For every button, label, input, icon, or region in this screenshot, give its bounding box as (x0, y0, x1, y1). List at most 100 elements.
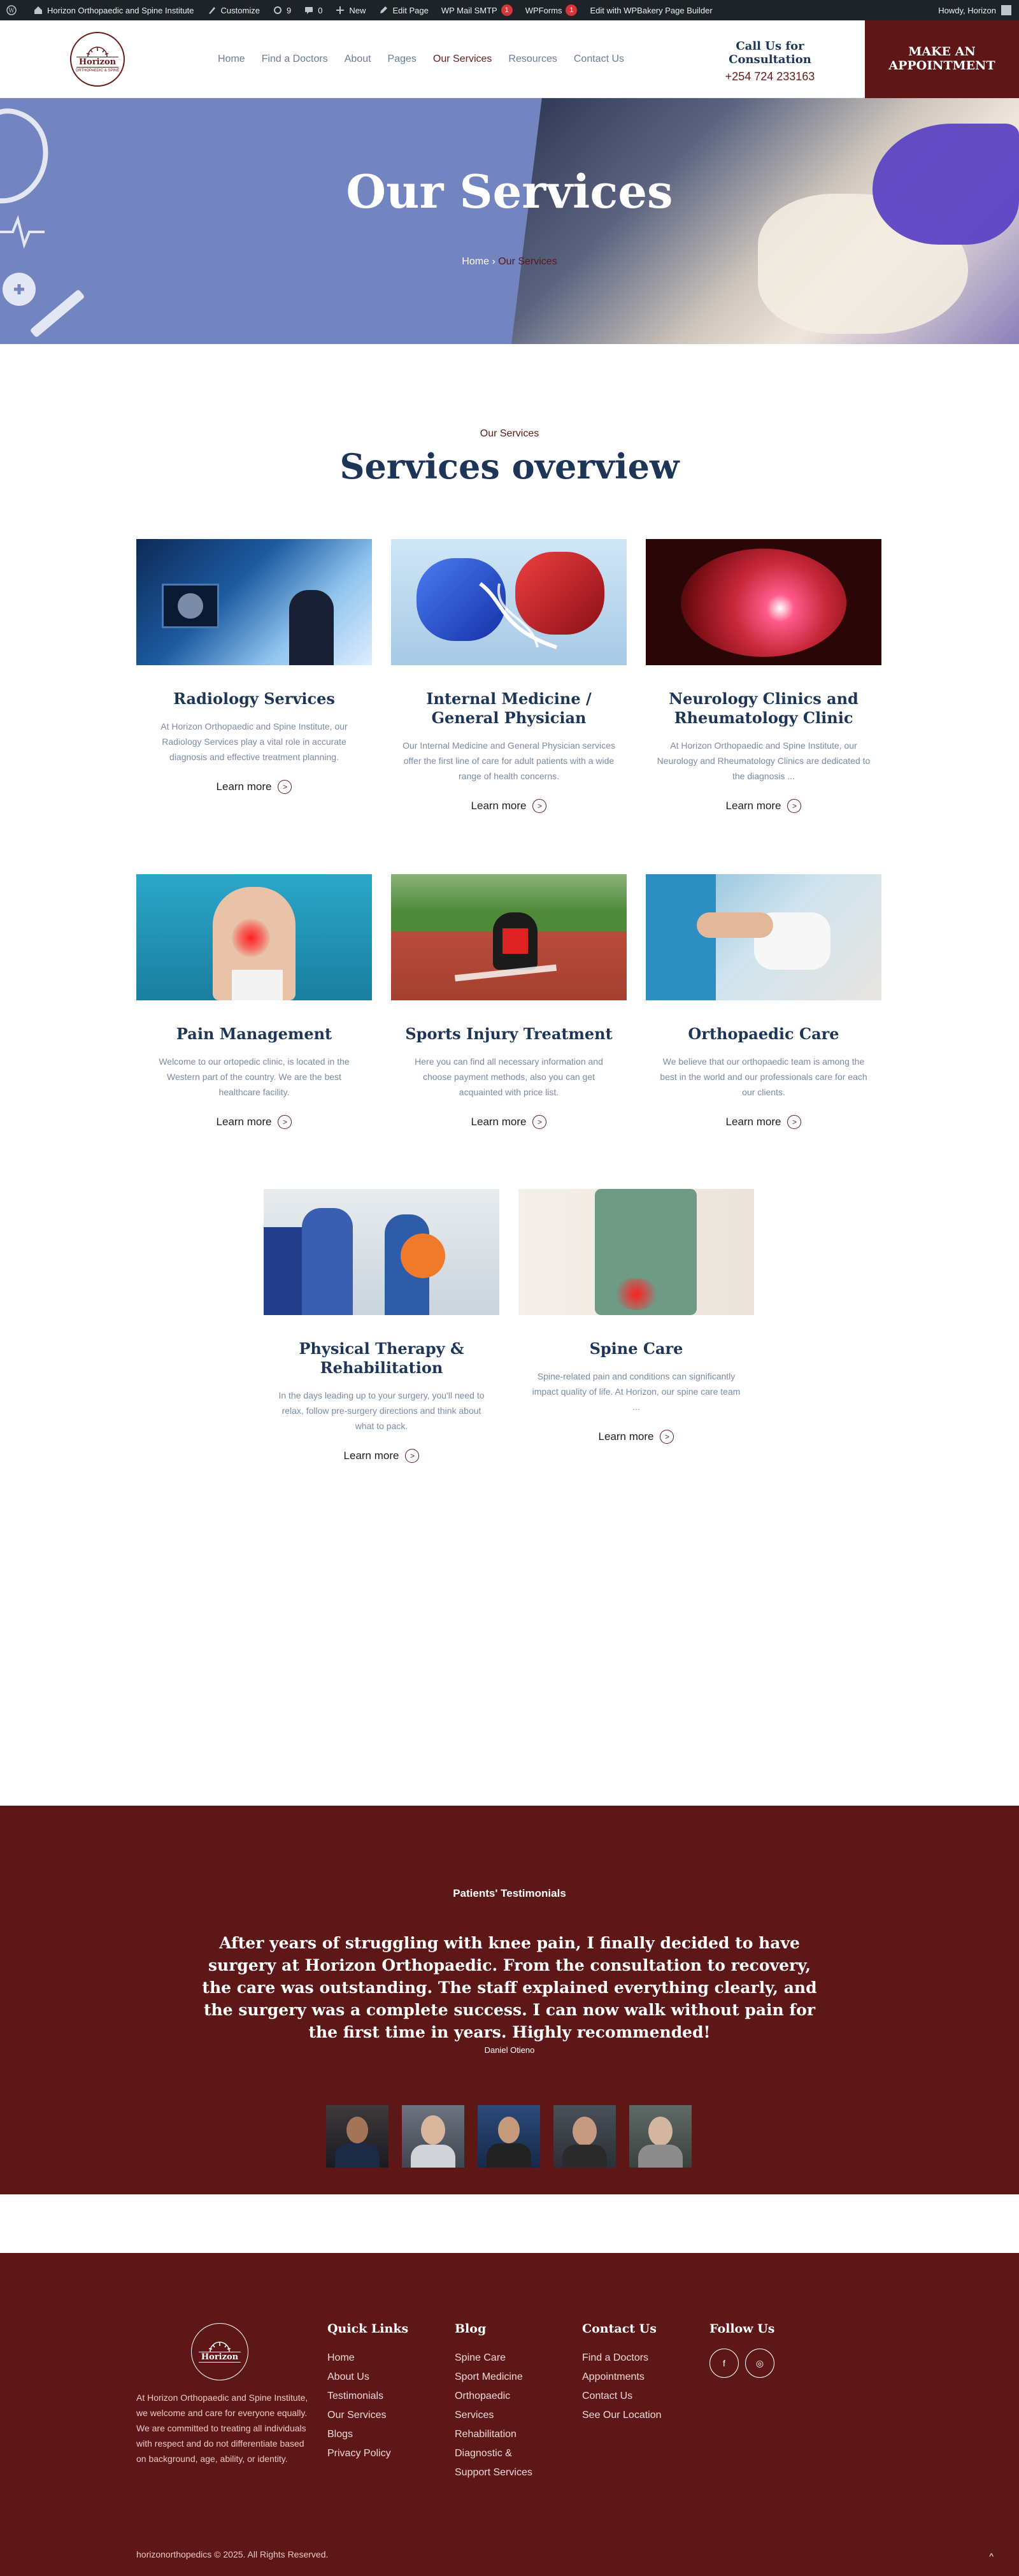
copyright-text: horizonorthopedics © 2025. All Rights Re… (136, 2549, 329, 2559)
nav-resources[interactable]: Resources (508, 54, 557, 65)
facebook-icon[interactable]: f (709, 2349, 739, 2378)
footer-link-about-us[interactable]: About Us (327, 2368, 408, 2387)
learn-more-link[interactable]: Learn more > (471, 799, 547, 813)
testimonial-avatar[interactable] (553, 2105, 616, 2168)
admin-edit-page-label: Edit Page (392, 5, 429, 15)
footer-link-orthopaedic[interactable]: Orthopaedic (455, 2387, 532, 2406)
nav-home[interactable]: Home (218, 54, 245, 65)
service-image[interactable] (646, 874, 881, 1000)
learn-more-link[interactable]: Learn more > (599, 1430, 674, 1444)
arrow-right-icon: > (787, 1115, 802, 1129)
service-title[interactable]: Pain Management (136, 1025, 372, 1044)
site-logo[interactable]: Horizon ORTHOPAEDIC & SPINE (70, 32, 125, 87)
footer-link-testimonials[interactable]: Testimonials (327, 2387, 408, 2406)
phone-number[interactable]: +254 724 233163 (699, 70, 841, 83)
sunrise-logo-icon (208, 2341, 231, 2352)
comment-icon (305, 7, 313, 14)
instagram-icon[interactable]: ◎ (745, 2349, 774, 2378)
learn-more-link[interactable]: Learn more > (344, 1449, 420, 1463)
footer-link-appointments[interactable]: Appointments (582, 2368, 662, 2387)
learn-more-link[interactable]: Learn more > (217, 780, 292, 794)
testimonial-avatar[interactable] (326, 2105, 388, 2168)
service-title[interactable]: Spine Care (518, 1339, 754, 1358)
call-us-label: Call Us for Consultation (729, 40, 811, 66)
service-title[interactable]: Orthopaedic Care (646, 1025, 881, 1044)
service-description: At Horizon Orthopaedic and Spine Institu… (657, 740, 871, 781)
pencil-icon (380, 6, 388, 13)
service-image[interactable] (136, 874, 372, 1000)
footer-link-services[interactable]: Services (455, 2406, 532, 2425)
arrow-right-icon: > (405, 1449, 420, 1463)
admin-account-menu[interactable]: Howdy, Horizon (938, 0, 1011, 20)
testimonial-avatar[interactable] (402, 2105, 464, 2168)
footer-link-blogs[interactable]: Blogs (327, 2425, 408, 2444)
service-title[interactable]: Radiology Services (136, 689, 372, 709)
breadcrumb-home[interactable]: Home (462, 256, 489, 267)
nav-find-a-doctors[interactable]: Find a Doctors (262, 54, 328, 65)
admin-site-name: Horizon Orthopaedic and Spine Institute (47, 5, 194, 15)
social-links: f ◎ (709, 2349, 781, 2378)
service-description: In the days leading up to your surgery, … (278, 1390, 485, 1431)
footer-column-title: Contact Us (582, 2322, 657, 2336)
footer-link-find-a-doctors[interactable]: Find a Doctors (582, 2349, 662, 2368)
nav-our-services[interactable]: Our Services (433, 54, 492, 65)
admin-edit-page-link[interactable]: Edit Page (378, 5, 429, 15)
wordpress-logo-icon[interactable]: W (6, 5, 20, 15)
admin-wp-mail-smtp-link[interactable]: WP Mail SMTP 1 (441, 4, 513, 16)
testimonial-avatars (326, 2105, 705, 2168)
service-title[interactable]: Physical Therapy & Rehabilitation (264, 1339, 499, 1378)
nav-about[interactable]: About (345, 54, 371, 65)
footer-link-support-services[interactable]: Support Services (455, 2463, 532, 2482)
service-title[interactable]: Neurology Clinics and Rheumatology Clini… (646, 689, 881, 728)
admin-site-link[interactable]: Horizon Orthopaedic and Spine Institute (33, 5, 194, 15)
service-title[interactable]: Internal Medicine / General Physician (391, 689, 627, 728)
service-description: Welcome to our ortopedic clinic, is loca… (159, 1056, 350, 1097)
service-image[interactable] (136, 539, 372, 665)
site-footer: Horizon At Horizon Orthopaedic and Spine… (0, 2253, 1019, 2576)
section-spacer (0, 2194, 1019, 2253)
service-image[interactable] (518, 1189, 754, 1315)
service-card-orthopaedic: Orthopaedic Care We believe that our ort… (646, 874, 881, 1129)
nav-pages[interactable]: Pages (388, 54, 417, 65)
admin-comments-link[interactable]: 0 (304, 5, 322, 15)
nav-contact-us[interactable]: Contact Us (574, 54, 624, 65)
service-description: Here you can find all necessary informat… (415, 1056, 603, 1097)
service-image[interactable] (391, 539, 627, 665)
footer-link-diagnostic[interactable]: Diagnostic & (455, 2444, 532, 2463)
footer-link-rehabilitation[interactable]: Rehabilitation (455, 2425, 532, 2444)
footer-quick-links: Quick Links Home About Us Testimonials O… (327, 2322, 408, 2463)
footer-link-our-services[interactable]: Our Services (327, 2406, 408, 2425)
testimonial-author: Daniel Otieno (484, 2045, 535, 2055)
admin-customize-link[interactable]: Customize (207, 5, 260, 15)
learn-more-link[interactable]: Learn more > (217, 1115, 292, 1129)
footer-link-home[interactable]: Home (327, 2349, 408, 2368)
footer-link-privacy-policy[interactable]: Privacy Policy (327, 2444, 408, 2463)
learn-more-link[interactable]: Learn more > (726, 1115, 802, 1129)
footer-column-title: Quick Links (327, 2322, 409, 2336)
footer-link-spine-care[interactable]: Spine Care (455, 2349, 532, 2368)
learn-more-link[interactable]: Learn more > (471, 1115, 547, 1129)
admin-wpforms-link[interactable]: WPForms 1 (525, 4, 578, 16)
service-title[interactable]: Sports Injury Treatment (391, 1025, 627, 1044)
make-appointment-button[interactable]: MAKE AN APPOINTMENT (865, 20, 1019, 98)
service-image[interactable] (264, 1189, 499, 1315)
site-header: Horizon ORTHOPAEDIC & SPINE Home Find a … (0, 20, 1019, 98)
admin-new-link[interactable]: New (335, 5, 366, 15)
arrow-right-icon: > (660, 1430, 674, 1444)
service-image[interactable] (391, 874, 627, 1000)
learn-more-link[interactable]: Learn more > (726, 799, 802, 813)
footer-link-sport-medicine[interactable]: Sport Medicine (455, 2368, 532, 2387)
avatar (1001, 5, 1011, 15)
footer-link-contact-us[interactable]: Contact Us (582, 2387, 662, 2406)
testimonial-avatar[interactable] (629, 2105, 692, 2168)
testimonial-avatar[interactable] (478, 2105, 540, 2168)
footer-logo[interactable]: Horizon (191, 2323, 248, 2380)
back-to-top-icon[interactable]: ^ (989, 2551, 994, 2561)
learn-more-label: Learn more (598, 1430, 654, 1443)
admin-customize-label: Customize (220, 5, 260, 15)
notification-badge: 1 (566, 4, 578, 16)
footer-link-see-our-location[interactable]: See Our Location (582, 2406, 662, 2425)
admin-updates-link[interactable]: 9 (273, 5, 291, 15)
service-image[interactable] (646, 539, 881, 665)
admin-wpbakery-link[interactable]: Edit with WPBakery Page Builder (590, 6, 712, 15)
